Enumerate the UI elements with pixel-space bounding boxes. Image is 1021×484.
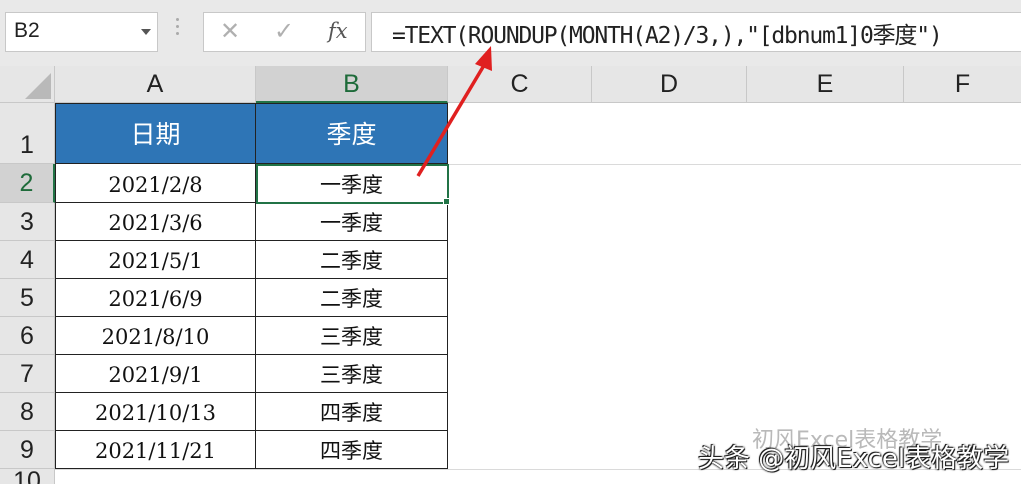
arrow-head-icon — [475, 46, 492, 71]
annotation-arrow — [416, 46, 492, 177]
arrow-line — [416, 61, 488, 177]
watermark-main: 头条 @初风Excel表格教学 — [698, 444, 1010, 474]
